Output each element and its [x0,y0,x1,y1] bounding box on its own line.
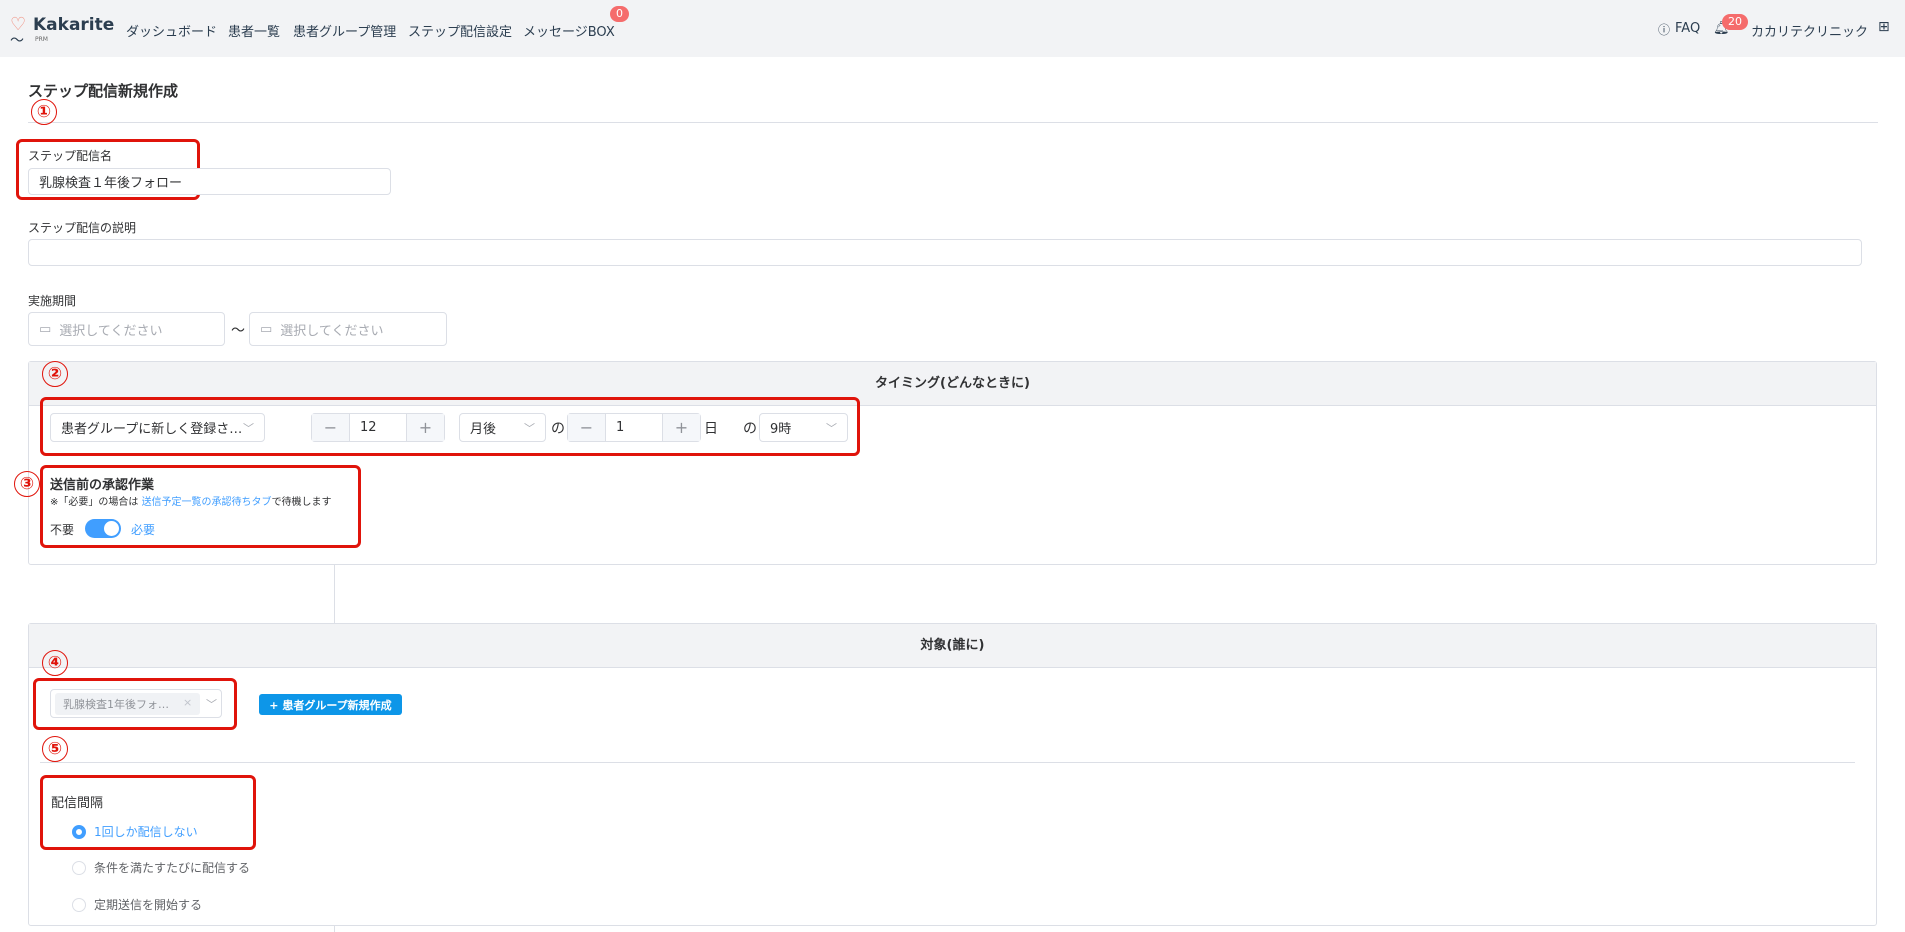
calendar-icon: ▭ [39,321,52,337]
trigger-value: 患者グループに新しく登録さ… [61,422,243,437]
clinic-menu[interactable]: カカリテクリニック [1751,21,1868,40]
name-input[interactable]: 乳腺検査１年後フォロー [28,168,391,195]
note-prefix: ※「必要」の場合は [50,497,142,508]
radio-checked[interactable] [72,824,86,839]
approval-toggle[interactable] [85,519,121,538]
close-icon[interactable]: × [183,696,192,712]
target-title: 対象(誰に) [29,624,1876,668]
approval-note: ※「必要」の場合は 送信予定一覧の承認待ちタブで待機します [50,493,332,508]
chevron-down-icon: ﹀ [243,421,254,435]
hour-select[interactable]: 9時 ﹀ [759,413,848,442]
divider [40,762,1855,763]
minus-icon[interactable]: − [312,414,349,441]
divider [28,122,1878,123]
start-date-input[interactable]: ▭ 選択してください [28,312,225,346]
annotation-3: ③ [14,471,40,497]
radio-unchecked[interactable] [72,897,86,912]
option-label: 定期送信を開始する [94,898,203,912]
interval-option-periodic[interactable]: 定期送信を開始する [72,896,202,913]
approval-title: 送信前の承認作業 [50,478,155,493]
calendar-icon: ▭ [260,321,273,337]
period-label: 実施期間 [28,294,77,308]
connector-line [334,565,335,623]
end-date-placeholder: 選択してください [280,323,384,339]
note-suffix: で待機します [271,497,332,508]
option-label: 1回しか配信しない [94,825,198,839]
chevron-down-icon: ﹀ [826,421,837,435]
notification-badge: 20 [1722,14,1748,30]
name-label: ステップ配信名 [28,149,113,163]
logo-wave-icon: 〜 [10,33,24,49]
page-title: ステップ配信新規作成 [28,82,179,100]
option-label: 条件を満たすたびに配信する [94,861,251,875]
day-suffix: 日 [704,421,718,437]
approval-tab-link[interactable]: 送信予定一覧の承認待ちタブ [142,497,272,508]
group-tag-label: 乳腺検査1年後フォ… [63,697,169,711]
faq-help-icon: ⓘ [1658,23,1671,37]
day-value[interactable]: 1 [605,414,663,441]
nav-patient-groups[interactable]: 患者グループ管理 [293,21,396,40]
annotation-1: ① [31,99,57,125]
connector-line [334,926,335,932]
group-tag: 乳腺検査1年後フォ… × [55,692,201,715]
target-panel: 対象(誰に) [28,623,1877,926]
nav-message-box[interactable]: メッセージBOX [523,21,615,40]
no-label-2: の [743,421,757,437]
top-nav-bar: ♡ 〜 Kakarite PRM ダッシュボード 患者一覧 患者グループ管理 ス… [0,0,1905,57]
nav-step-delivery[interactable]: ステップ配信設定 [408,21,512,40]
name-value: 乳腺検査１年後フォロー [39,176,183,191]
plus-icon[interactable]: + [663,414,700,441]
trigger-select[interactable]: 患者グループに新しく登録さ… ﹀ [50,413,265,442]
interval-option-every[interactable]: 条件を満たすたびに配信する [72,859,250,876]
description-label: ステップ配信の説明 [28,221,137,235]
interval-option-once[interactable]: 1回しか配信しない [72,823,198,840]
count-value[interactable]: 12 [349,414,407,441]
grid-menu-icon[interactable]: ⊞ [1878,19,1890,35]
annotation-4: ④ [42,650,68,676]
no-label-1: の [551,421,565,437]
unit-value: 月後 [470,422,497,437]
radio-unchecked[interactable] [72,860,86,875]
chevron-down-icon: ﹀ [206,697,217,711]
nav-dashboard[interactable]: ダッシュボード [126,21,217,40]
logo[interactable]: Kakarite [33,15,114,35]
plus-icon[interactable]: + [407,414,444,441]
annotation-2: ② [42,361,68,387]
logo-sub: PRM [35,36,48,43]
start-date-placeholder: 選択してください [59,323,163,339]
toggle-on-label: 必要 [131,523,156,537]
description-input[interactable] [28,239,1862,266]
message-badge: 0 [610,6,629,22]
unit-select[interactable]: 月後 ﹀ [459,413,546,442]
period-separator: 〜 [231,323,245,339]
interval-label: 配信間隔 [51,796,104,811]
hour-value: 9時 [770,422,792,437]
chevron-down-icon: ﹀ [524,421,535,435]
faq-link[interactable]: FAQ [1675,21,1700,36]
minus-icon[interactable]: − [568,414,605,441]
nav-patients[interactable]: 患者一覧 [228,21,280,40]
count-stepper[interactable]: −12 + [311,413,445,442]
new-group-button[interactable]: + 患者グループ新規作成 [259,694,402,715]
day-stepper[interactable]: −1 + [567,413,701,442]
annotation-5: ⑤ [42,736,68,762]
toggle-off-label: 不要 [50,523,75,537]
end-date-input[interactable]: ▭ 選択してください [249,312,447,346]
group-select[interactable]: 乳腺検査1年後フォ… × ﹀ [50,689,222,718]
